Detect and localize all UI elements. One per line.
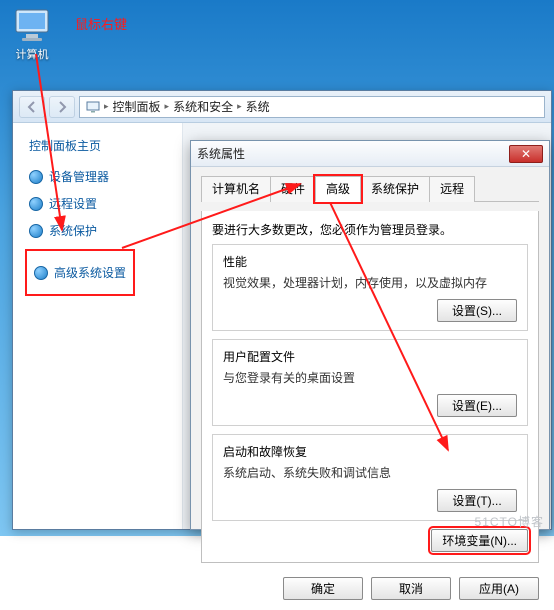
desktop-background: 计算机 鼠标右键 ▸ 控制面板 ▸ 系统和安全 ▸ 系统 控制面板主页 [0, 0, 554, 536]
computer-icon-label: 计算机 [8, 46, 56, 62]
chevron-right-icon: ▸ [104, 101, 109, 112]
close-icon: ✕ [521, 147, 531, 161]
group-desc: 系统启动、系统失败和调试信息 [223, 464, 517, 481]
group-title: 性能 [223, 253, 517, 270]
explorer-toolbar: ▸ 控制面板 ▸ 系统和安全 ▸ 系统 [13, 91, 551, 123]
dialog-title: 系统属性 [197, 145, 509, 162]
group-startup-recovery: 启动和故障恢复 系统启动、系统失败和调试信息 设置(T)... [212, 434, 528, 521]
control-panel-sidebar: 控制面板主页 设备管理器 远程设置 系统保护 高级系统设置 [13, 123, 183, 529]
dialog-titlebar[interactable]: 系统属性 ✕ [191, 141, 549, 167]
tab-hardware[interactable]: 硬件 [270, 176, 316, 202]
sidebar-item-label: 系统保护 [49, 222, 97, 239]
tab-computer-name[interactable]: 计算机名 [201, 176, 271, 202]
arrow-left-icon [26, 101, 38, 113]
breadcrumb[interactable]: ▸ 控制面板 ▸ 系统和安全 ▸ 系统 [79, 96, 545, 118]
group-title: 启动和故障恢复 [223, 443, 517, 460]
dialog-footer: 确定 取消 应用(A) [191, 569, 549, 610]
monitor-icon [12, 8, 52, 44]
bullet-icon [34, 266, 48, 280]
close-button[interactable]: ✕ [509, 145, 543, 163]
dialog-tabbar: 计算机名 硬件 高级 系统保护 远程 [201, 175, 539, 202]
admin-note: 要进行大多数更改，您必须作为管理员登录。 [212, 221, 528, 238]
performance-settings-button[interactable]: 设置(S)... [437, 299, 517, 322]
group-desc: 视觉效果，处理器计划，内存使用，以及虚拟内存 [223, 274, 517, 291]
system-properties-dialog: 系统属性 ✕ 计算机名 硬件 高级 系统保护 远程 要进行大多数更改，您必须作为… [190, 140, 550, 530]
chevron-right-icon: ▸ [237, 101, 242, 112]
computer-desktop-icon[interactable]: 计算机 [8, 8, 56, 62]
bullet-icon [29, 224, 43, 238]
sidebar-item-label: 高级系统设置 [54, 264, 126, 281]
nav-back-button[interactable] [19, 96, 45, 118]
sidebar-item-remote-settings[interactable]: 远程设置 [29, 195, 170, 212]
group-desc: 与您登录有关的桌面设置 [223, 369, 517, 386]
ok-button[interactable]: 确定 [283, 577, 363, 600]
monitor-small-icon [86, 101, 100, 113]
group-title: 用户配置文件 [223, 348, 517, 365]
arrow-right-icon [56, 101, 68, 113]
watermark: 51CTO博客 [475, 513, 544, 530]
sidebar-item-label: 远程设置 [49, 195, 97, 212]
breadcrumb-item-system[interactable]: 系统 [246, 98, 270, 115]
annotation-right-click: 鼠标右键 [75, 14, 127, 33]
bullet-icon [29, 170, 43, 184]
chevron-right-icon: ▸ [165, 101, 170, 112]
annotation-highlight-advanced-settings: 高级系统设置 [25, 249, 135, 296]
nav-forward-button[interactable] [49, 96, 75, 118]
control-panel-home-link[interactable]: 控制面板主页 [29, 137, 170, 154]
sidebar-item-device-manager[interactable]: 设备管理器 [29, 168, 170, 185]
tab-advanced[interactable]: 高级 [315, 176, 361, 202]
apply-button[interactable]: 应用(A) [459, 577, 539, 600]
cancel-button[interactable]: 取消 [371, 577, 451, 600]
startup-settings-button[interactable]: 设置(T)... [437, 489, 517, 512]
tab-page-advanced: 要进行大多数更改，您必须作为管理员登录。 性能 视觉效果，处理器计划，内存使用，… [201, 211, 539, 563]
tab-remote[interactable]: 远程 [429, 176, 475, 202]
sidebar-item-advanced-system-settings[interactable]: 高级系统设置 [31, 263, 129, 282]
bullet-icon [29, 197, 43, 211]
user-profiles-settings-button[interactable]: 设置(E)... [437, 394, 517, 417]
sidebar-item-label: 设备管理器 [49, 168, 109, 185]
group-performance: 性能 视觉效果，处理器计划，内存使用，以及虚拟内存 设置(S)... [212, 244, 528, 331]
breadcrumb-item-system-security[interactable]: 系统和安全 [173, 98, 233, 115]
breadcrumb-item-control-panel[interactable]: 控制面板 [113, 98, 161, 115]
environment-variables-button[interactable]: 环境变量(N)... [431, 529, 528, 552]
tab-system-protection[interactable]: 系统保护 [360, 176, 430, 202]
sidebar-item-system-protection[interactable]: 系统保护 [29, 222, 170, 239]
group-user-profiles: 用户配置文件 与您登录有关的桌面设置 设置(E)... [212, 339, 528, 426]
